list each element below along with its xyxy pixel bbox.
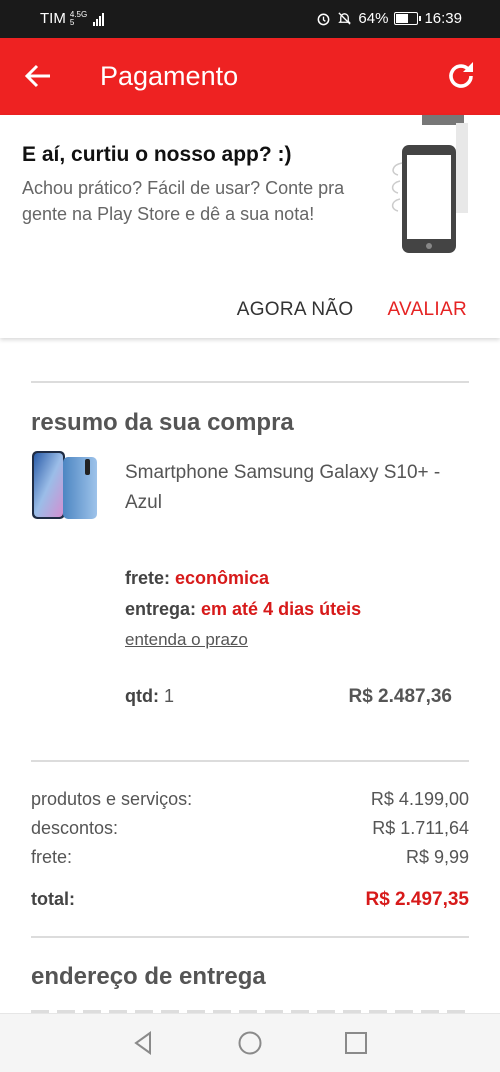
rate-card-actions: AGORA NÃO AVALIAR xyxy=(237,299,467,321)
app-bar: Pagamento xyxy=(0,38,500,115)
divider xyxy=(31,936,469,938)
battery-icon xyxy=(394,12,422,25)
status-left: TIM 4.5G 5 xyxy=(40,9,105,27)
status-right: 64% 16:39 xyxy=(316,10,462,27)
back-arrow-icon[interactable] xyxy=(22,60,54,92)
system-nav-bar xyxy=(0,1013,500,1072)
nav-home-icon[interactable] xyxy=(236,1029,264,1057)
battery-percent: 64% xyxy=(358,10,389,27)
subtotal-row: produtos e serviços: R$ 4.199,00 xyxy=(31,789,469,809)
nav-back-icon[interactable] xyxy=(130,1029,158,1057)
nav-recents-icon[interactable] xyxy=(342,1029,370,1057)
carrier-label: TIM xyxy=(40,10,66,27)
item-price: R$ 2.487,36 xyxy=(348,686,452,707)
rate-card-heading: E aí, curtiu o nosso app? :) xyxy=(22,143,292,166)
total-value: R$ 2.497,35 xyxy=(365,889,469,910)
status-bar: TIM 4.5G 5 64% 16:39 xyxy=(0,0,500,38)
understand-deadline-link[interactable]: entenda o prazo xyxy=(125,630,248,650)
network-type: 4.5G 5 xyxy=(69,9,88,27)
phone-in-hand-icon xyxy=(391,115,468,253)
quantity: qtd: 1 xyxy=(125,686,175,706)
rate-button[interactable]: AVALIAR xyxy=(387,299,467,321)
alarm-icon xyxy=(318,13,330,26)
page-title: Pagamento xyxy=(100,61,239,91)
rate-card-body: Achou prático? Fácil de usar? Conte pra … xyxy=(22,178,345,224)
quantity-value: 1 xyxy=(164,686,175,706)
delivery-address-title: endereço de entrega xyxy=(31,963,266,990)
mute-bell-icon xyxy=(338,12,352,25)
shipping-cost-row: frete: R$ 9,99 xyxy=(31,847,469,867)
delivery-time: em até 4 dias úteis xyxy=(201,599,362,619)
refresh-icon[interactable] xyxy=(444,59,478,93)
purchase-summary-title: resumo da sua compra xyxy=(31,409,294,436)
divider xyxy=(31,760,469,762)
shipping-line: frete: econômica xyxy=(125,568,270,588)
signal-icon xyxy=(93,12,105,26)
discount-row: descontos: R$ 1.711,64 xyxy=(31,818,469,838)
divider xyxy=(31,381,469,383)
clock: 16:39 xyxy=(424,10,462,27)
total-row: total: R$ 2.497,35 xyxy=(31,889,469,910)
not-now-button[interactable]: AGORA NÃO xyxy=(237,299,354,321)
delivery-line: entrega: em até 4 dias úteis xyxy=(125,599,362,619)
rate-app-card: E aí, curtiu o nosso app? :) Achou práti… xyxy=(0,115,500,338)
shipping-type: econômica xyxy=(175,568,270,588)
product-image xyxy=(32,451,97,519)
product-name: Smartphone Samsung Galaxy S10+ - Azul xyxy=(125,462,441,513)
